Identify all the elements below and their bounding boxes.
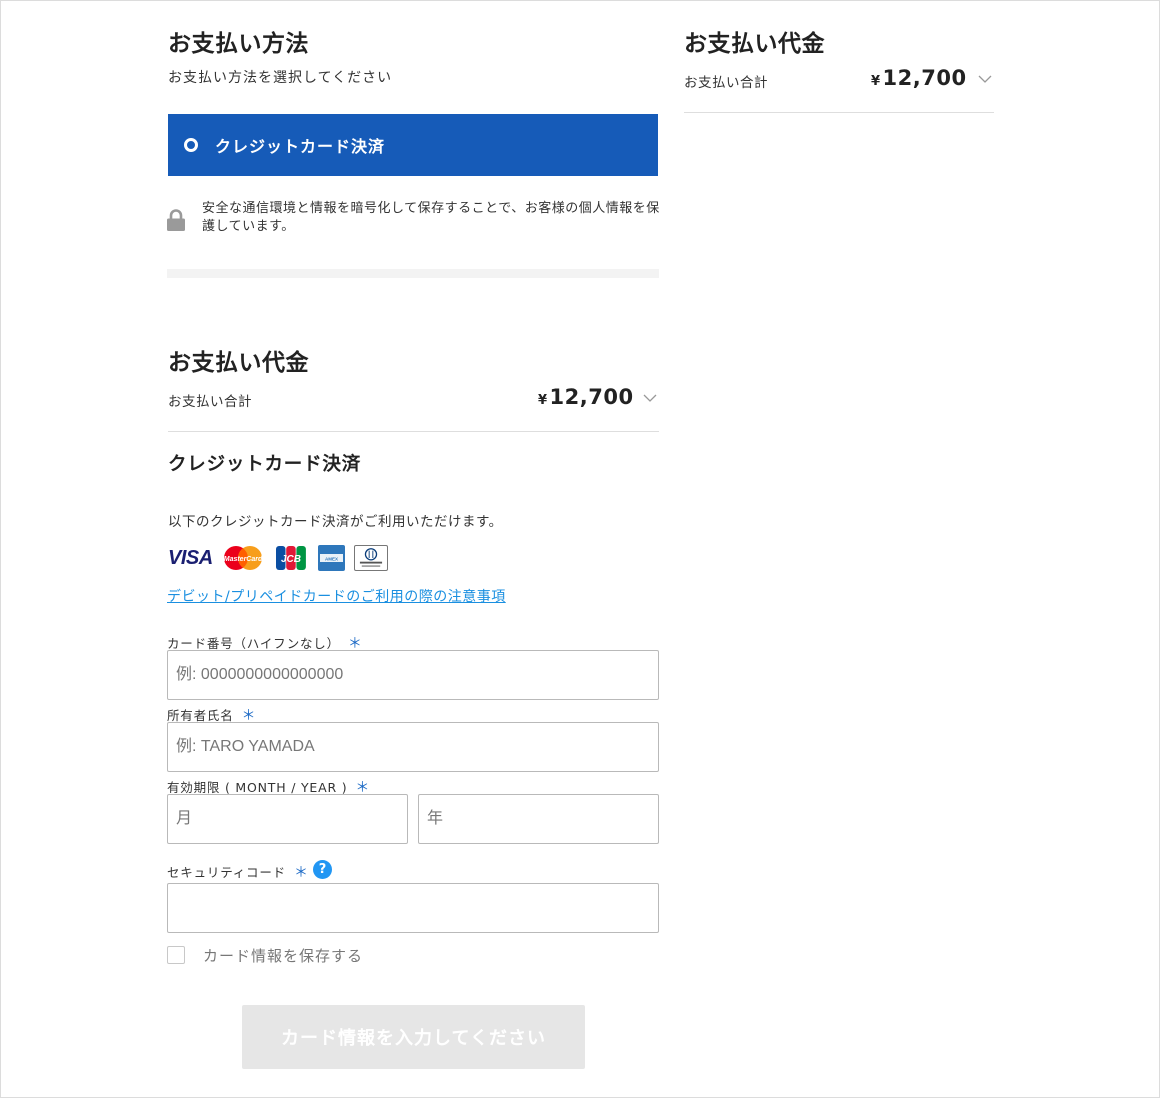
svg-text:JCB: JCB — [281, 554, 301, 565]
security-code-input[interactable] — [167, 883, 659, 933]
payment-method-subtitle: お支払い方法を選択してください — [168, 70, 393, 86]
security-code-label: セキュリティコード ＊ — [167, 862, 309, 882]
section-separator — [167, 269, 659, 278]
credit-card-title: クレジットカード決済 — [168, 454, 362, 475]
svg-text:AMEX: AMEX — [325, 556, 338, 561]
security-code-label-text: セキュリティコード — [167, 865, 286, 880]
credit-card-method-option[interactable]: クレジットカード決済 — [168, 114, 658, 176]
diners-club-logo — [354, 545, 388, 571]
jcb-logo: JCB — [276, 546, 306, 570]
summary-total-label: お支払い合計 — [684, 75, 768, 91]
amex-logo: AMEX — [318, 545, 345, 571]
total-label: お支払い合計 — [168, 394, 252, 410]
payment-method-title: お支払い方法 — [168, 31, 309, 57]
summary-title: お支払い代金 — [684, 31, 825, 57]
currency-symbol: ¥ — [538, 393, 548, 408]
payment-amount-title: お支払い代金 — [168, 350, 309, 376]
visa-logo: VISA — [168, 547, 213, 569]
expiry-label-text: 有効期限 ( MONTH / YEAR ) — [167, 780, 348, 795]
help-icon[interactable]: ? — [313, 860, 332, 879]
svg-text:MasterCard: MasterCard — [224, 556, 263, 563]
required-mark: ＊ — [293, 865, 309, 881]
debit-prepaid-notice-link[interactable]: デビット/プリペイドカードのご利用の際の注意事項 — [167, 586, 506, 606]
mastercard-logo: MasterCard — [224, 546, 263, 570]
total-amount-value: 12,700 — [549, 385, 634, 409]
holder-name-input[interactable] — [167, 722, 659, 772]
summary-divider — [684, 112, 994, 113]
card-number-label-text: カード番号（ハイフンなし） — [167, 636, 340, 651]
radio-selected-icon[interactable] — [184, 138, 198, 152]
lock-icon — [167, 209, 185, 231]
chevron-down-icon[interactable] — [643, 394, 657, 403]
summary-divider — [168, 431, 659, 432]
credit-card-description: 以下のクレジットカード決済がご利用いただけます。 — [168, 514, 503, 530]
method-label: クレジットカード決済 — [215, 137, 386, 156]
save-card-label[interactable]: カード情報を保存する — [203, 945, 363, 966]
security-note: 安全な通信環境と情報を暗号化して保存することで、お客様の個人情報を保護しています… — [202, 201, 660, 234]
currency-symbol: ¥ — [871, 74, 881, 89]
summary-total-amount: ¥12,700 — [871, 66, 967, 90]
holder-name-label-text: 所有者氏名 — [167, 708, 234, 723]
submit-card-button[interactable]: カード情報を入力してください — [242, 1005, 585, 1069]
total-amount: ¥12,700 — [538, 385, 634, 409]
save-card-checkbox[interactable] — [167, 946, 185, 964]
card-number-input[interactable] — [167, 650, 659, 700]
summary-total-amount-value: 12,700 — [882, 66, 967, 90]
expiry-year-input[interactable] — [418, 794, 659, 844]
chevron-down-icon[interactable] — [978, 75, 992, 84]
expiry-month-input[interactable] — [167, 794, 408, 844]
